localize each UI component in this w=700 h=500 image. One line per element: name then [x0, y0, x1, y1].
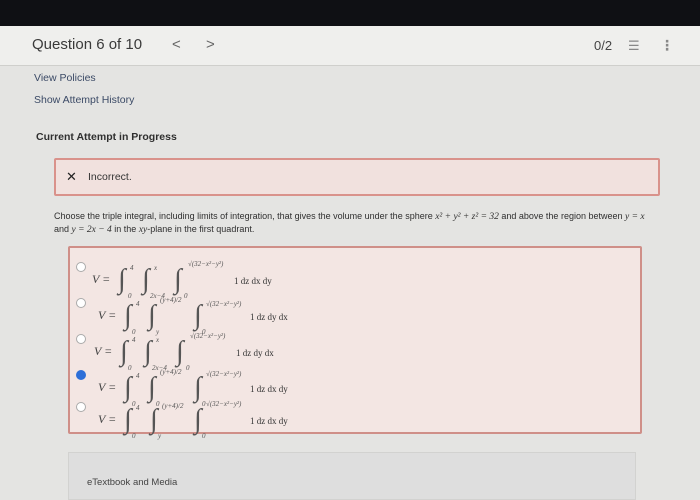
radio-button-selected[interactable]	[76, 370, 86, 380]
etextbook-and-media-link[interactable]: eTextbook and Media	[87, 477, 177, 488]
choice-option-1[interactable]: V = ∫ 4 0 ∫ x 2x−4 ∫ √(32−x²−y²) 0 1 dz …	[70, 258, 630, 300]
integral-limit: x	[154, 264, 158, 272]
integrand: 1 dz dx dy	[234, 276, 272, 286]
integral-sign: ∫	[194, 300, 202, 331]
volume-label: V =	[98, 380, 117, 394]
x-icon: ✕	[66, 169, 77, 184]
question-counter: Question 6 of 10	[32, 36, 143, 53]
integral-sign: ∫	[194, 404, 202, 435]
integral-limit: √(32−x²−y²)	[206, 300, 242, 308]
integral-limit: √(32−x²−y²)	[206, 370, 242, 378]
previous-question-button[interactable]: <	[172, 36, 181, 53]
volume-label: V =	[92, 272, 111, 286]
volume-label: V =	[94, 344, 113, 358]
integral-sign: ∫	[124, 300, 132, 331]
integrand: 1 dz dy dx	[250, 312, 288, 322]
integral-limit: √(32−x²−y²)	[190, 332, 226, 340]
next-question-button[interactable]: >	[206, 36, 215, 53]
integral-limit: (y+4)/2	[162, 402, 184, 410]
integral-sign: ∫	[120, 336, 128, 367]
integral-limit: 4	[136, 300, 140, 308]
integral-sign: ∫	[174, 264, 182, 295]
integral-limit: 4	[136, 404, 140, 412]
question-text: Choose the triple integral, including li…	[54, 211, 645, 235]
score-display: 0/2	[594, 38, 613, 53]
choice-option-2[interactable]: V = ∫ 4 0 ∫ (y+4)/2 y ∫ √(32−x²−y²) 0 1 …	[70, 294, 630, 336]
choice-option-4[interactable]: V = ∫ 4 0 ∫ (y+4)/2 0 ∫ √(32−x²−y²) 0 1 …	[70, 366, 630, 408]
view-policies-link[interactable]: View Policies	[34, 72, 96, 84]
integral-sign: ∫	[148, 300, 156, 331]
integral-sign: ∫	[144, 336, 152, 367]
integral-limit: (y+4)/2	[160, 296, 182, 304]
radio-button[interactable]	[76, 334, 86, 344]
choice-option-3[interactable]: V = ∫ 4 0 ∫ x 2x−4 ∫ √(32−x²−y²) 0 1 dz …	[70, 330, 630, 372]
volume-label: V =	[98, 412, 117, 426]
radio-button[interactable]	[76, 402, 86, 412]
integral-limit: 4	[132, 336, 136, 344]
integral-sign: ∫	[124, 404, 132, 435]
integral-sign: ∫	[142, 264, 150, 295]
integrand: 1 dz dx dy	[250, 416, 288, 426]
current-attempt-heading: Current Attempt in Progress	[36, 131, 177, 143]
radio-button[interactable]	[76, 298, 86, 308]
integral-limit: √(32−x²−y²)	[188, 260, 224, 268]
incorrect-feedback-banner: ✕ Incorrect.	[54, 158, 660, 196]
radio-button[interactable]	[76, 262, 86, 272]
integral-limit: (y+4)/2	[160, 368, 182, 376]
volume-label: V =	[98, 308, 117, 322]
integral-limit: 0	[202, 432, 206, 440]
answer-choices: V = ∫ 4 0 ∫ x 2x−4 ∫ √(32−x²−y²) 0 1 dz …	[68, 246, 642, 440]
incorrect-status-text: Incorrect.	[88, 171, 132, 183]
integral-limit: 4	[130, 264, 134, 272]
integrand: 1 dz dy dx	[236, 348, 274, 358]
integral-limit: x	[156, 336, 160, 344]
etextbook-panel: eTextbook and Media	[68, 452, 636, 500]
show-attempt-history-link[interactable]: Show Attempt History	[34, 94, 134, 106]
list-icon[interactable]: ☰	[628, 38, 640, 54]
choice-option-5[interactable]: V = ∫ 4 0 ∫ (y+4)/2 y ∫ √(32−x²−y²) 0 1 …	[70, 398, 630, 440]
integral-limit: √(32−x²−y²)	[206, 400, 242, 408]
integral-limit: 4	[136, 372, 140, 380]
integral-sign: ∫	[150, 404, 158, 435]
integral-sign: ∫	[176, 336, 184, 367]
integral-limit: 0	[132, 432, 136, 440]
top-bar	[0, 0, 700, 26]
integral-limit: y	[158, 432, 162, 440]
integrand: 1 dz dx dy	[250, 384, 288, 394]
more-vertical-icon[interactable]: ⋮	[660, 37, 674, 54]
integral-sign: ∫	[118, 264, 126, 295]
question-header: Question 6 of 10 < > 0/2 ☰ ⋮	[0, 26, 700, 66]
